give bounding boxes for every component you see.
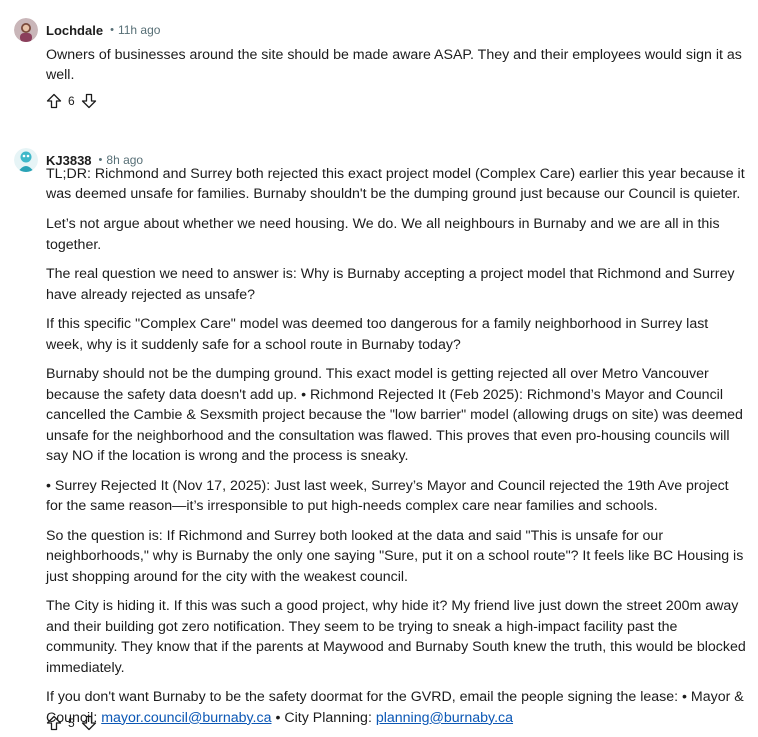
upvote-arrow-icon[interactable]: [46, 715, 62, 731]
author-name[interactable]: Lochdale: [46, 23, 103, 38]
vote-bar: 6: [46, 91, 97, 111]
comment-body: Owners of businesses around the site sho…: [46, 45, 746, 95]
comment-paragraph: The City is hiding it. If this was such …: [46, 598, 746, 676]
vote-count: 5: [68, 716, 75, 730]
paragraph-text: • City Planning:: [271, 709, 376, 726]
comment-paragraph: So the question is: If Richmond and Surr…: [46, 527, 744, 585]
comment-paragraph: TL;DR: Richmond and Surrey both rejected…: [46, 166, 745, 203]
user-avatar-icon[interactable]: [14, 148, 38, 172]
email-link-mayor-council[interactable]: mayor.council@burnaby.ca: [101, 710, 271, 726]
email-link-planning[interactable]: planning@burnaby.ca: [376, 710, 513, 726]
separator: •: [110, 24, 114, 36]
downvote-arrow-icon[interactable]: [81, 715, 97, 731]
downvote-arrow-icon[interactable]: [81, 93, 97, 109]
comment-paragraph-last: If you don't want Burnaby to be the safe…: [46, 687, 746, 728]
vote-bar: 5: [46, 713, 97, 733]
comment-paragraph: Burnaby should not be the dumping ground…: [46, 366, 743, 465]
comment-body: TL;DR: Richmond and Surrey both rejected…: [46, 164, 746, 737]
vote-count: 6: [68, 94, 75, 108]
timestamp[interactable]: 11h ago: [118, 23, 161, 37]
upvote-arrow-icon[interactable]: [46, 93, 62, 109]
user-avatar-icon[interactable]: [14, 18, 38, 42]
comment-paragraph: Let’s not argue about whether we need ho…: [46, 216, 720, 253]
comment-paragraph: If this specific "Complex Care" model wa…: [46, 316, 709, 353]
comment-header: Lochdale • 11h ago: [14, 16, 160, 44]
comment-paragraph: • Surrey Rejected It (Nov 17, 2025): Jus…: [46, 477, 729, 515]
comment-paragraph: Owners of businesses around the site sho…: [46, 47, 742, 84]
comment-paragraph: The real question we need to answer is: …: [46, 266, 735, 303]
